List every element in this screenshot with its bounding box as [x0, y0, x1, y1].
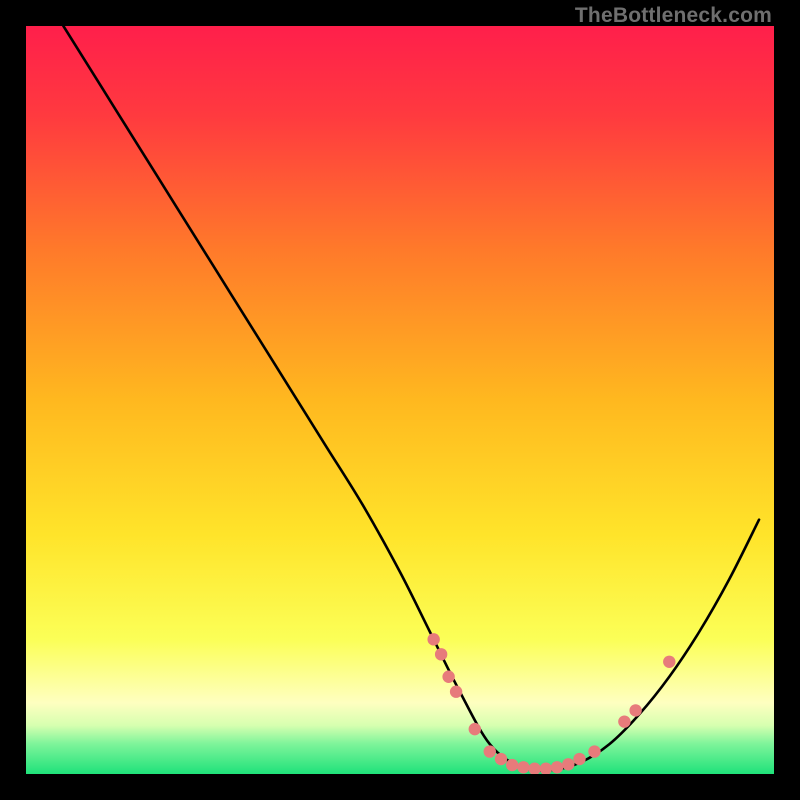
data-point — [506, 759, 518, 771]
data-point — [450, 686, 462, 698]
data-point — [484, 745, 496, 757]
data-point — [442, 671, 454, 683]
data-point — [573, 753, 585, 765]
data-point — [517, 761, 529, 773]
bottleneck-chart — [26, 26, 774, 774]
data-point — [495, 753, 507, 765]
data-point — [435, 648, 447, 660]
data-point — [629, 704, 641, 716]
gradient-background — [26, 26, 774, 774]
data-point — [469, 723, 481, 735]
watermark-text: TheBottleneck.com — [575, 4, 772, 28]
data-point — [427, 633, 439, 645]
data-point — [618, 715, 630, 727]
data-point — [588, 745, 600, 757]
chart-frame — [26, 26, 774, 774]
data-point — [663, 656, 675, 668]
data-point — [562, 758, 574, 770]
data-point — [551, 761, 563, 773]
